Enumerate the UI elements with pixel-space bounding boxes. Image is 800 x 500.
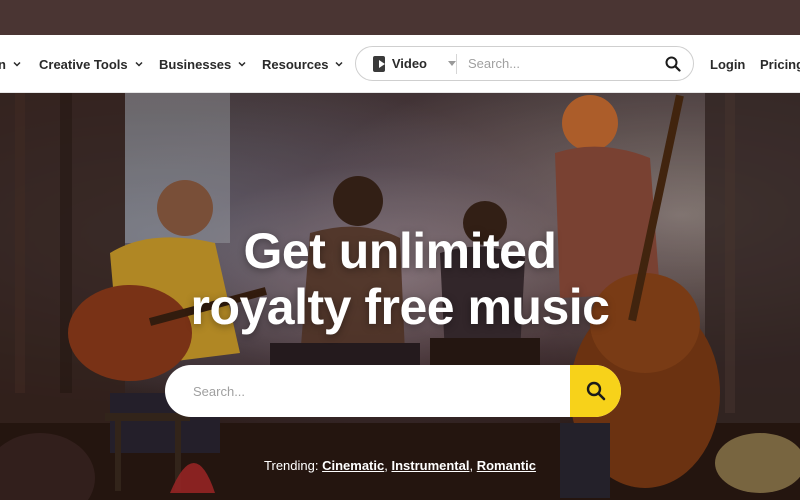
- chevron-down-icon: [335, 61, 344, 67]
- header-search-bar: Video: [355, 46, 694, 81]
- play-icon: [373, 55, 385, 72]
- nav-item-creative-tools[interactable]: Creative Tools: [39, 35, 144, 93]
- hero-search-button[interactable]: [570, 365, 621, 417]
- media-type-label: Video: [391, 56, 427, 71]
- hero-title-line-2: royalty free music: [190, 279, 610, 335]
- nav-item-businesses[interactable]: Businesses: [159, 35, 247, 93]
- top-banner-bar: [0, 0, 800, 35]
- header-search-button[interactable]: [653, 47, 693, 80]
- chevron-down-icon: [13, 61, 21, 67]
- search-icon: [586, 381, 605, 401]
- login-link[interactable]: Login: [710, 35, 745, 93]
- hero-title-line-1: Get unlimited: [243, 223, 557, 279]
- nav-item-label: n: [0, 56, 6, 72]
- nav-item-label: Creative Tools: [39, 56, 128, 72]
- trending-link-instrumental[interactable]: Instrumental: [391, 458, 469, 473]
- hero-search-bar: [165, 365, 621, 417]
- media-type-select[interactable]: Video: [356, 47, 456, 80]
- chevron-down-icon: [238, 61, 246, 67]
- trending-link-cinematic[interactable]: Cinematic: [322, 458, 384, 473]
- nav-item-resources[interactable]: Resources: [262, 35, 344, 93]
- search-icon: [665, 56, 681, 72]
- chevron-down-icon: [135, 61, 143, 67]
- nav-item-label: Resources: [262, 56, 329, 72]
- nav-item-truncated[interactable]: n: [0, 35, 22, 93]
- header-search-input[interactable]: [457, 56, 653, 71]
- hero-title: Get unlimited royalty free music: [0, 223, 800, 335]
- hero-search-input[interactable]: [165, 383, 570, 399]
- trending-label: Trending:: [264, 458, 319, 473]
- pricing-link[interactable]: Pricing: [760, 35, 800, 93]
- hero-section: Get unlimited royalty free music Trendin…: [0, 93, 800, 500]
- caret-down-icon: [448, 61, 456, 66]
- nav-item-label: Businesses: [159, 56, 232, 72]
- trending-link-romantic[interactable]: Romantic: [477, 458, 536, 473]
- trending-tags: Trending: Cinematic, Instrumental, Roman…: [264, 458, 536, 473]
